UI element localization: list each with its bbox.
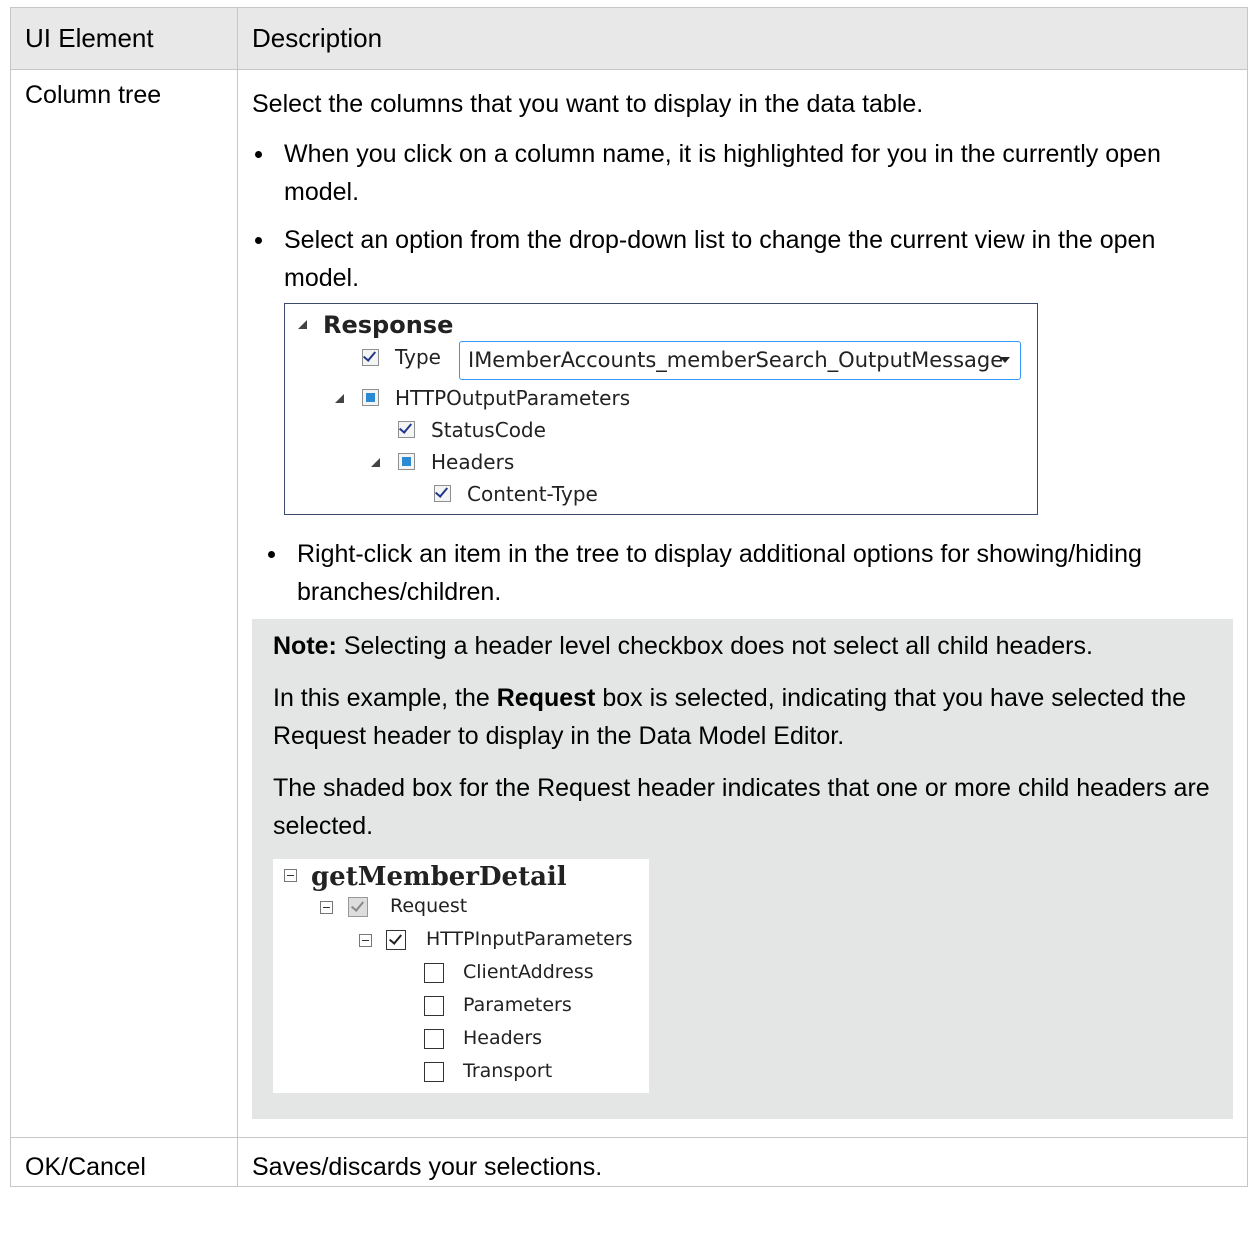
description-cell: Select the columns that you want to disp… xyxy=(237,69,1248,1138)
bullet-text: Right-click an item in the tree to displ… xyxy=(297,540,1142,606)
header-description: Description xyxy=(237,7,1248,70)
type-label: Type xyxy=(395,345,441,369)
expand-arrow-icon[interactable] xyxy=(371,458,380,467)
status-code-checkbox[interactable] xyxy=(398,420,415,438)
expand-arrow-icon[interactable] xyxy=(335,394,344,403)
type-dropdown-value: IMemberAccounts_memberSearch_OutputMessa… xyxy=(468,348,1004,372)
note-paragraph: Note: Selecting a header level checkbox … xyxy=(273,627,1213,665)
tree-node-status-code[interactable]: StatusCode xyxy=(431,418,546,442)
description-text: Saves/discards your selections. xyxy=(252,1153,603,1181)
tree-node-request[interactable]: Request xyxy=(390,894,467,918)
tree-node-transport[interactable]: Transport xyxy=(463,1059,552,1083)
headers-checkbox[interactable] xyxy=(398,453,415,470)
note-paragraph: The shaded box for the Request header in… xyxy=(273,774,1210,840)
collapse-icon[interactable] xyxy=(284,869,297,882)
note-paragraph: In this example, the Request box is sele… xyxy=(273,679,1213,755)
member-detail-tree: getMemberDetail Request HTTPInputParamet… xyxy=(273,859,649,1093)
element-name-column-tree: Column tree xyxy=(25,81,162,109)
tree-node-get-member-detail[interactable]: getMemberDetail xyxy=(311,862,567,892)
header-ui-element: UI Element xyxy=(10,7,238,70)
parameters-checkbox[interactable] xyxy=(424,996,444,1016)
tree-node-client-address[interactable]: ClientAddress xyxy=(463,960,594,984)
response-column-tree: Response Type IMemberAccounts_memberSear… xyxy=(284,303,1038,515)
tree-node-content-type[interactable]: Content-Type xyxy=(467,482,598,506)
tree-node-headers[interactable]: Headers xyxy=(431,450,514,474)
bullet-dot xyxy=(255,237,262,244)
tree-node-http-input-parameters[interactable]: HTTPInputParameters xyxy=(426,927,633,951)
bullet-list: Right-click an item in the tree to displ… xyxy=(252,535,1233,611)
note-bold-request: Request xyxy=(496,684,596,712)
content-type-checkbox[interactable] xyxy=(434,484,451,502)
tree-node-parameters[interactable]: Parameters xyxy=(463,993,572,1017)
ui-element-table: UI Element Description Column tree Selec… xyxy=(10,7,1248,1187)
transport-checkbox[interactable] xyxy=(424,1062,444,1082)
bullet-dot xyxy=(255,151,262,158)
table-row: OK/Cancel Saves/discards your selections… xyxy=(10,1137,1248,1187)
http-input-checkbox[interactable] xyxy=(386,930,406,950)
tree-node-http-output-parameters[interactable]: HTTPOutputParameters xyxy=(395,386,630,410)
note-label: Note: xyxy=(273,632,337,660)
intro-text: Select the columns that you want to disp… xyxy=(252,90,924,118)
note-text: Selecting a header level checkbox does n… xyxy=(336,632,1093,660)
note-text: In this example, the xyxy=(273,684,497,712)
list-item: Select an option from the drop-down list… xyxy=(252,221,1233,297)
bullet-dot xyxy=(268,551,275,558)
collapse-icon[interactable] xyxy=(320,901,333,914)
element-name-ok-cancel: OK/Cancel xyxy=(25,1153,146,1181)
list-item: When you click on a column name, it is h… xyxy=(252,135,1233,211)
element-cell: OK/Cancel xyxy=(10,1137,238,1187)
collapse-icon[interactable] xyxy=(359,934,372,947)
request-checkbox[interactable] xyxy=(348,897,368,917)
chevron-down-icon xyxy=(1000,357,1010,363)
bullet-list: When you click on a column name, it is h… xyxy=(252,135,1233,297)
bullet-text: When you click on a column name, it is h… xyxy=(284,140,1161,206)
bullet-text: Select an option from the drop-down list… xyxy=(284,226,1156,292)
list-item: Right-click an item in the tree to displ… xyxy=(252,535,1233,611)
type-checkbox[interactable] xyxy=(362,348,379,366)
element-cell: Column tree xyxy=(10,69,238,1138)
table-header-row: UI Element Description xyxy=(10,7,1248,70)
tree-node-headers[interactable]: Headers xyxy=(463,1026,542,1050)
type-dropdown[interactable]: IMemberAccounts_memberSearch_OutputMessa… xyxy=(459,341,1021,380)
table-row: Column tree Select the columns that you … xyxy=(10,69,1248,1138)
client-address-checkbox[interactable] xyxy=(424,963,444,983)
tree-node-response[interactable]: Response xyxy=(323,313,453,337)
headers-checkbox[interactable] xyxy=(424,1029,444,1049)
description-cell: Saves/discards your selections. xyxy=(237,1137,1248,1187)
http-output-checkbox[interactable] xyxy=(362,389,379,406)
note-box: Note: Selecting a header level checkbox … xyxy=(252,619,1233,1119)
expand-arrow-icon[interactable] xyxy=(298,320,307,329)
